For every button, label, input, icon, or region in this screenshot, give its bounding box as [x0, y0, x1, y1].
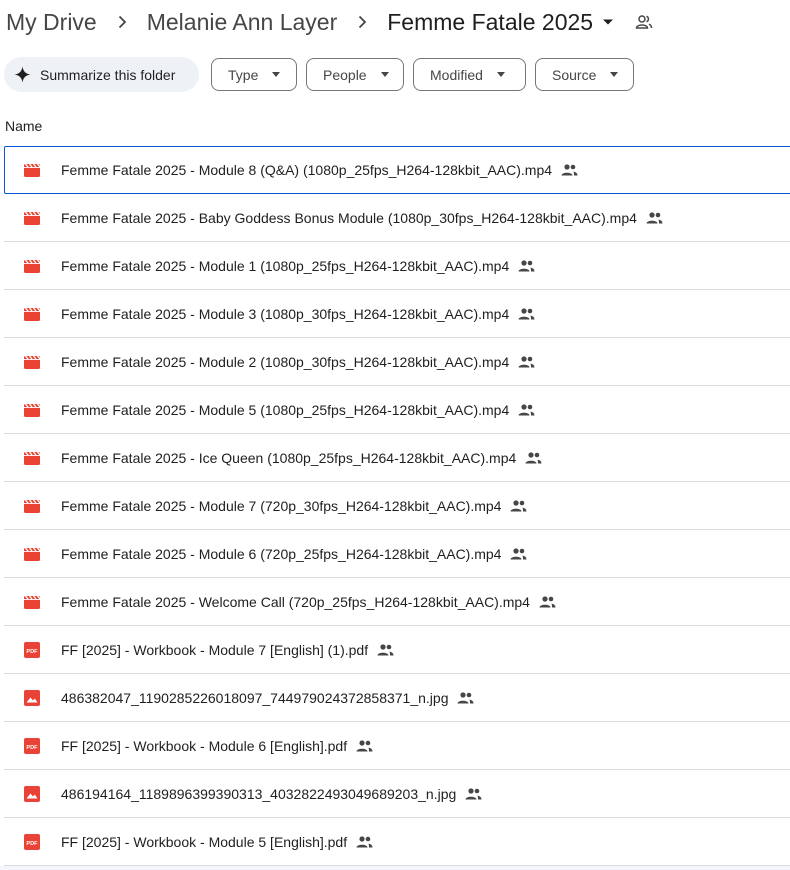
- pdf-file-icon: PDF: [23, 737, 41, 755]
- shared-people-icon: [539, 593, 556, 610]
- video-file-icon: [23, 401, 41, 419]
- file-list: Femme Fatale 2025 - Module 8 (Q&A) (1080…: [4, 146, 790, 866]
- video-file-icon: [23, 209, 41, 227]
- file-row[interactable]: Femme Fatale 2025 - Module 3 (1080p_30fp…: [4, 290, 790, 338]
- file-name: Femme Fatale 2025 - Module 2 (1080p_30fp…: [61, 353, 510, 370]
- shared-people-icon: [518, 401, 535, 418]
- video-file-icon: [23, 545, 41, 563]
- file-name: Femme Fatale 2025 - Module 5 (1080p_25fp…: [61, 401, 510, 418]
- file-name: Femme Fatale 2025 - Ice Queen (1080p_25f…: [61, 449, 517, 466]
- image-file-icon: [23, 785, 41, 803]
- file-name: Femme Fatale 2025 - Module 3 (1080p_30fp…: [61, 305, 510, 322]
- pdf-file-icon: PDF: [23, 833, 41, 851]
- chip-label: Type: [228, 66, 259, 83]
- file-name: 486194164_1189896399390313_4032822493049…: [61, 785, 457, 802]
- chip-label: Source: [552, 66, 597, 83]
- chevron-right-icon: [339, 15, 385, 29]
- file-row[interactable]: 486194164_1189896399390313_4032822493049…: [4, 770, 790, 818]
- svg-text:PDF: PDF: [26, 840, 38, 846]
- file-name: Femme Fatale 2025 - Module 7 (720p_30fps…: [61, 497, 502, 514]
- file-row[interactable]: Femme Fatale 2025 - Module 2 (1080p_30fp…: [4, 338, 790, 386]
- summarize-label: Summarize this folder: [40, 66, 176, 83]
- image-file-icon: [23, 689, 41, 707]
- breadcrumb: My Drive Melanie Ann Layer Femme Fatale …: [4, 4, 653, 40]
- dropdown-arrow-icon: [610, 72, 619, 77]
- file-name: Femme Fatale 2025 - Module 8 (Q&A) (1080…: [61, 162, 553, 178]
- shared-people-icon: [457, 689, 474, 706]
- chip-label: Modified: [430, 66, 483, 83]
- bottom-strip: [0, 866, 790, 870]
- file-row[interactable]: PDF FF [2025] - Workbook - Module 5 [Engl…: [4, 818, 790, 866]
- file-row[interactable]: PDF FF [2025] - Workbook - Module 7 [Engl…: [4, 626, 790, 674]
- file-row[interactable]: Femme Fatale 2025 - Module 5 (1080p_25fp…: [4, 386, 790, 434]
- shared-people-icon: [646, 209, 663, 226]
- file-name: FF [2025] - Workbook - Module 5 [English…: [61, 833, 348, 850]
- video-file-icon: [23, 593, 41, 611]
- file-row[interactable]: Femme Fatale 2025 - Module 6 (720p_25fps…: [4, 530, 790, 578]
- dropdown-arrow-icon: [380, 72, 389, 77]
- source-filter-chip[interactable]: Source: [535, 58, 634, 91]
- shared-people-icon: [561, 162, 578, 179]
- video-file-icon: [23, 353, 41, 371]
- shared-people-icon: [525, 449, 542, 466]
- shared-people-icon: [518, 257, 535, 274]
- filter-bar: Summarize this folder Type People Modifi…: [4, 57, 643, 92]
- svg-text:PDF: PDF: [26, 744, 38, 750]
- dropdown-arrow-icon: [496, 72, 505, 77]
- video-file-icon: [23, 449, 41, 467]
- file-row[interactable]: Femme Fatale 2025 - Module 1 (1080p_25fp…: [4, 242, 790, 290]
- chevron-right-icon: [99, 15, 145, 29]
- folder-menu-dropdown-icon[interactable]: [595, 18, 621, 26]
- type-filter-chip[interactable]: Type: [211, 58, 297, 91]
- video-file-icon: [23, 497, 41, 515]
- file-name: FF [2025] - Workbook - Module 6 [English…: [61, 737, 348, 754]
- file-name: Femme Fatale 2025 - Welcome Call (720p_2…: [61, 593, 530, 610]
- file-row[interactable]: PDF FF [2025] - Workbook - Module 6 [Engl…: [4, 722, 790, 770]
- breadcrumb-parent-folder[interactable]: Melanie Ann Layer: [145, 9, 340, 36]
- file-row[interactable]: Femme Fatale 2025 - Module 7 (720p_30fps…: [4, 482, 790, 530]
- chip-label: People: [323, 66, 367, 83]
- file-row[interactable]: Femme Fatale 2025 - Baby Goddess Bonus M…: [4, 194, 790, 242]
- file-name: Femme Fatale 2025 - Module 1 (1080p_25fp…: [61, 257, 510, 274]
- shared-people-icon: [510, 545, 527, 562]
- dropdown-arrow-icon: [272, 72, 281, 77]
- shared-people-icon: [356, 833, 373, 850]
- file-name: 486382047_1190285226018097_7449790243728…: [61, 689, 449, 706]
- summarize-folder-button[interactable]: Summarize this folder: [4, 57, 199, 92]
- breadcrumb-my-drive[interactable]: My Drive: [4, 9, 99, 36]
- shared-people-icon: [518, 305, 535, 322]
- shared-people-icon: [465, 785, 482, 802]
- name-column-header[interactable]: Name: [5, 118, 42, 134]
- people-filter-chip[interactable]: People: [306, 58, 404, 91]
- svg-text:PDF: PDF: [26, 648, 38, 654]
- file-row[interactable]: Femme Fatale 2025 - Module 8 (Q&A) (1080…: [4, 146, 790, 194]
- sparkle-icon: [14, 66, 31, 83]
- video-file-icon: [23, 161, 41, 179]
- file-row[interactable]: 486382047_1190285226018097_7449790243728…: [4, 674, 790, 722]
- breadcrumb-current-folder[interactable]: Femme Fatale 2025: [385, 9, 595, 36]
- shared-people-icon: [510, 497, 527, 514]
- video-file-icon: [23, 257, 41, 275]
- video-file-icon: [23, 305, 41, 323]
- shared-people-icon: [356, 737, 373, 754]
- shared-people-icon: [518, 353, 535, 370]
- file-name: FF [2025] - Workbook - Module 7 [English…: [61, 641, 369, 658]
- shared-folder-icon: [635, 13, 653, 31]
- file-name: Femme Fatale 2025 - Module 6 (720p_25fps…: [61, 545, 502, 562]
- modified-filter-chip[interactable]: Modified: [413, 58, 526, 91]
- file-row[interactable]: Femme Fatale 2025 - Ice Queen (1080p_25f…: [4, 434, 790, 482]
- file-name: Femme Fatale 2025 - Baby Goddess Bonus M…: [61, 209, 637, 226]
- pdf-file-icon: PDF: [23, 641, 41, 659]
- shared-people-icon: [377, 641, 394, 658]
- file-row[interactable]: Femme Fatale 2025 - Welcome Call (720p_2…: [4, 578, 790, 626]
